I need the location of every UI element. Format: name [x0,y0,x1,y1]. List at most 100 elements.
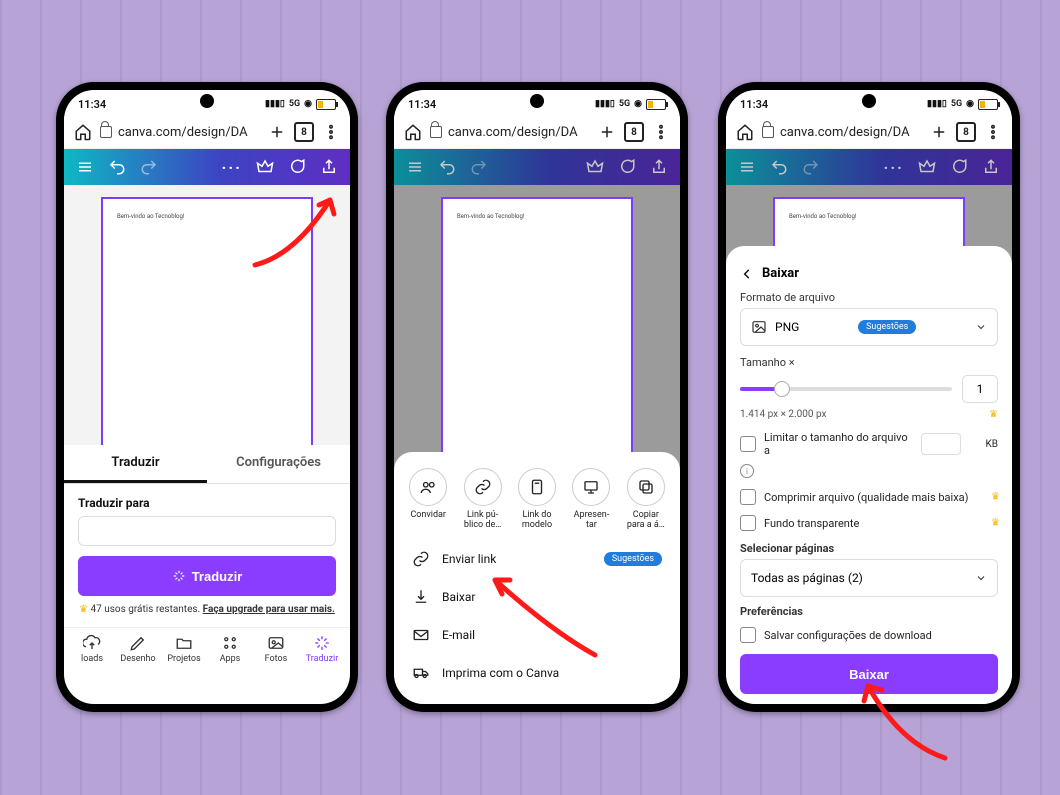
address-bar[interactable]: canva.com/design/DA [100,125,260,140]
nav-apps[interactable]: Apps [210,634,250,664]
usage-note: ♛ 47 usos grátis restantes. Faça upgrade… [78,604,336,615]
translate-button[interactable]: Traduzir [78,556,336,596]
chevron-down-icon [975,572,987,584]
translate-for-label: Traduzir para [78,496,336,510]
comment-icon[interactable] [950,158,968,176]
home-icon[interactable] [736,123,754,141]
phone-screenshot-1: 11:34 ▮▮▮▯ 5G ◉ canva.com/design/DA 8 ··… [56,82,358,712]
size-value[interactable]: 1 [962,375,998,403]
comment-icon[interactable] [288,158,306,176]
network-label: 5G [289,99,300,109]
compress-checkbox[interactable]: Comprimir arquivo (qualidade mais baixa)… [740,484,998,510]
row-email[interactable]: E-mail [408,616,666,654]
back-icon[interactable] [740,267,754,281]
nav-draw[interactable]: Desenho [118,634,158,664]
menu-icon[interactable] [738,158,756,176]
share-icon[interactable] [320,158,338,176]
undo-icon[interactable] [108,158,126,176]
tab-count[interactable]: 8 [294,122,314,142]
browser-bar: canva.com/design/DA 8 [394,116,680,149]
lock-icon [100,126,112,138]
tab-count[interactable]: 8 [624,122,644,142]
clock: 11:34 [740,98,768,111]
select-pages-dropdown[interactable]: Todas as páginas (2) [740,559,998,597]
camera-notch [862,94,876,108]
nav-translate[interactable]: Traduzir [302,634,342,664]
comment-icon[interactable] [618,158,636,176]
battery-icon [316,99,336,110]
chevron-down-icon [975,321,987,333]
sparkle-icon [172,569,186,583]
redo-icon[interactable] [140,158,158,176]
kebab-icon[interactable] [652,123,670,141]
row-print[interactable]: Imprima com o Canva [408,654,666,692]
phone-screenshot-2: 11:34 ▮▮▮▯5G◉ canva.com/design/DA 8 Bem-… [386,82,688,712]
undo-icon[interactable] [770,158,788,176]
share-present[interactable]: Apresen-tar [571,468,611,530]
share-icon[interactable] [650,158,668,176]
clock: 11:34 [408,98,436,111]
plus-icon[interactable] [598,123,616,141]
upgrade-link[interactable]: Faça upgrade para usar mais. [203,604,335,615]
download-button[interactable]: Baixar [740,654,998,694]
undo-icon[interactable] [438,158,456,176]
kebab-icon[interactable] [984,123,1002,141]
pro-crown-icon: ♛ [989,409,998,420]
canva-toolbar: ··· [64,149,350,185]
mail-icon [412,626,430,644]
image-icon [751,319,767,335]
camera-notch [200,94,214,108]
plus-icon[interactable] [930,123,948,141]
tab-settings[interactable]: Configurações [207,445,350,483]
phone-screenshot-3: 11:34 ▮▮▮▯5G◉ canva.com/design/DA 8 ··· … [718,82,1020,712]
sheet-title: Baixar [762,266,799,281]
plus-icon[interactable] [268,123,286,141]
more-icon[interactable]: ··· [884,158,904,177]
home-icon[interactable] [74,123,92,141]
suggestions-badge: Sugestões [858,320,916,334]
camera-notch [530,94,544,108]
row-download[interactable]: Baixar [408,578,666,616]
tab-count[interactable]: 8 [956,122,976,142]
canvas-area[interactable]: Bem-vindo ao Tecnoblog! [64,185,350,445]
redo-icon[interactable] [802,158,820,176]
tab-translate[interactable]: Traduzir [64,445,207,483]
link-icon [412,550,430,568]
kebab-icon[interactable] [322,123,340,141]
document-page[interactable]: Bem-vindo ao Tecnoblog! [101,197,313,445]
crown-icon[interactable] [586,158,604,176]
share-copy[interactable]: Copiar para a á… [626,468,666,530]
share-public-link[interactable]: Link pú-blico de… [462,468,502,530]
nav-uploads[interactable]: loads [72,634,112,664]
crown-icon[interactable] [256,158,274,176]
download-icon [412,588,430,606]
share-template-link[interactable]: Link do modelo [517,468,557,530]
home-icon[interactable] [404,123,422,141]
limit-filesize-checkbox[interactable]: Limitar o tamanho do arquivo a KB [740,426,998,462]
menu-icon[interactable] [406,158,424,176]
nav-photos[interactable]: Fotos [256,634,296,664]
info-icon[interactable]: i [740,464,754,478]
pro-crown-icon: ♛ [991,492,1000,503]
translate-language-select[interactable] [78,516,336,546]
share-invite[interactable]: Convidar [408,468,448,530]
share-sheet: Convidar Link pú-blico de… Link do model… [394,452,680,704]
nav-projects[interactable]: Projetos [164,634,204,664]
filesize-input[interactable] [921,433,962,455]
save-settings-checkbox[interactable]: Salvar configurações de download [740,622,998,648]
row-send-link[interactable]: Enviar link Sugestões [408,540,666,578]
suggestions-badge: Sugestões [604,552,662,566]
redo-icon[interactable] [470,158,488,176]
share-icon[interactable] [982,158,1000,176]
truck-icon [412,664,430,682]
url-text: canva.com/design/DA [118,125,248,140]
crown-icon[interactable] [918,158,936,176]
more-icon[interactable]: ··· [222,158,242,177]
address-bar[interactable]: canva.com/design/DA [430,125,590,140]
wifi-icon: ◉ [304,99,312,109]
size-slider[interactable] [740,387,952,391]
menu-icon[interactable] [76,158,94,176]
address-bar[interactable]: canva.com/design/DA [762,125,922,140]
file-format-select[interactable]: PNG Sugestões [740,308,998,346]
transparent-bg-checkbox[interactable]: Fundo transparente ♛ [740,510,998,536]
